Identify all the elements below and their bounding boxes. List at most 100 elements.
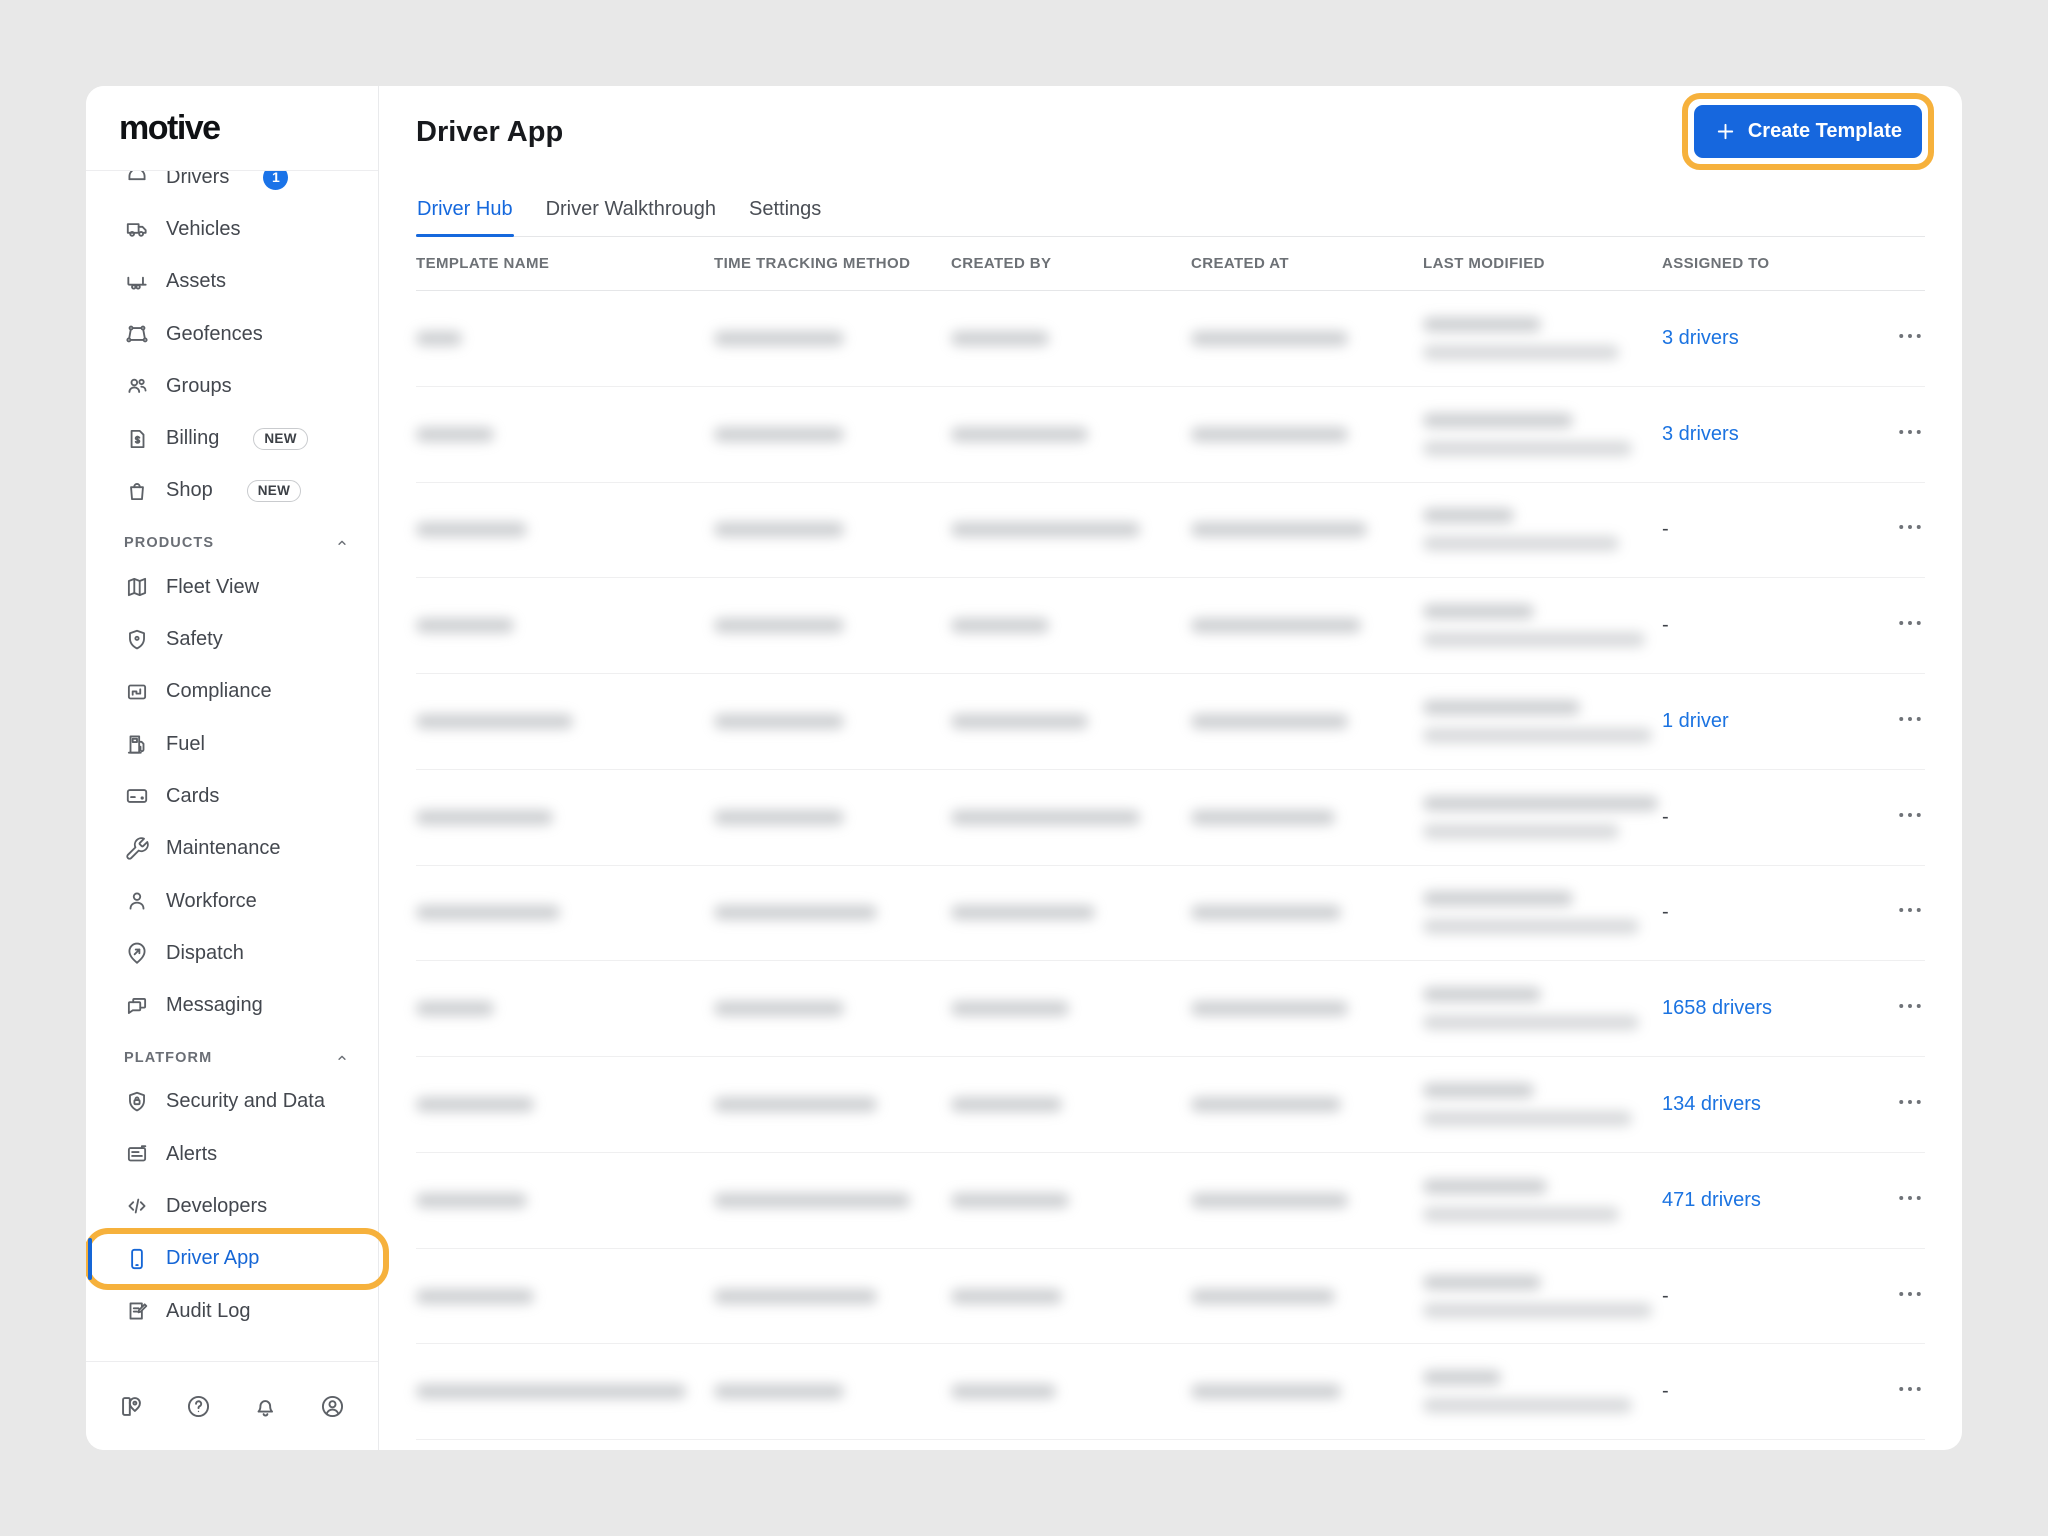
redacted-last-modified: [1423, 795, 1662, 839]
sidebar-item-label: Assets: [166, 270, 227, 293]
redacted-template-name: [416, 1384, 686, 1400]
redacted-created-at: [1191, 1097, 1341, 1112]
row-menu-button[interactable]: [1895, 1184, 1925, 1212]
notifications-icon[interactable]: [252, 1393, 279, 1420]
redacted-time-tracking-method: [714, 1097, 877, 1112]
sidebar-item-label: Fleet View: [166, 575, 260, 598]
redacted-last-modified: [1423, 508, 1662, 552]
assigned-drivers-link[interactable]: 1 driver: [1662, 710, 1729, 732]
redacted-last-modified: [1423, 1274, 1662, 1318]
sidebar-item-fuel[interactable]: Fuel: [86, 718, 378, 770]
redacted-template-name: [416, 809, 553, 825]
sidebar-item-label: Maintenance: [166, 837, 281, 860]
row-menu-button[interactable]: [1895, 513, 1925, 541]
cards-icon: [124, 783, 150, 809]
sidebar-item-cards[interactable]: Cards: [86, 770, 378, 822]
tab-settings[interactable]: Settings: [748, 186, 822, 236]
sidebar-item-developers[interactable]: Developers: [86, 1180, 378, 1232]
row-menu-button[interactable]: [1895, 1280, 1925, 1308]
sidebar-item-workforce[interactable]: Workforce: [86, 875, 378, 927]
create-template-button[interactable]: Create Template: [1693, 105, 1922, 158]
column-header-created-by: CREATED BY: [951, 255, 1052, 272]
assigned-none: -: [1662, 1284, 1669, 1307]
driver-app-icon: [124, 1246, 150, 1272]
sidebar-item-drivers[interactable]: Drivers 1: [86, 171, 378, 203]
column-header-template-name: TEMPLATE NAME: [416, 255, 550, 272]
sidebar-item-shop[interactable]: Shop NEW: [86, 465, 378, 517]
redacted-time-tracking-method: [714, 1192, 910, 1208]
redacted-created-at: [1191, 618, 1361, 634]
row-menu-button[interactable]: [1895, 992, 1925, 1020]
column-header-last-modified: LAST MODIFIED: [1423, 255, 1545, 272]
redacted-last-modified: [1423, 412, 1662, 456]
vehicles-icon: [124, 216, 150, 242]
sidebar-item-compliance[interactable]: Compliance: [86, 666, 378, 718]
sidebar-item-groups[interactable]: Groups: [86, 360, 378, 412]
redacted-created-at: [1191, 522, 1367, 538]
sidebar-item-label: Billing: [166, 427, 220, 450]
table-header: TEMPLATE NAME TIME TRACKING METHOD CREATED…: [416, 237, 1925, 291]
row-menu-button[interactable]: [1895, 609, 1925, 637]
new-badge: NEW: [253, 427, 308, 450]
sidebar-section-products[interactable]: PRODUCTS: [86, 525, 378, 561]
sidebar-item-maintenance[interactable]: Maintenance: [86, 823, 378, 875]
row-menu-button[interactable]: [1895, 801, 1925, 829]
redacted-created-at: [1191, 905, 1341, 921]
redacted-time-tracking-method: [714, 426, 844, 442]
sidebar-section-platform[interactable]: PLATFORM: [86, 1040, 378, 1076]
redacted-created-by: [951, 1001, 1069, 1017]
security-icon: [124, 1089, 150, 1115]
redacted-last-modified: [1423, 604, 1662, 648]
sidebar-item-billing[interactable]: Billing NEW: [86, 412, 378, 464]
sidebar-item-safety[interactable]: Safety: [86, 613, 378, 665]
help-icon[interactable]: [185, 1393, 212, 1420]
redacted-template-name: [416, 905, 560, 921]
profile-icon[interactable]: [319, 1393, 346, 1420]
sidebar-item-fleet-view[interactable]: Fleet View: [86, 561, 378, 613]
row-menu-button[interactable]: [1895, 705, 1925, 733]
row-menu-button[interactable]: [1895, 896, 1925, 924]
sidebar-item-messaging[interactable]: Messaging: [86, 979, 378, 1031]
assigned-drivers-link[interactable]: 134 drivers: [1662, 1093, 1761, 1115]
sidebar-item-label: Alerts: [166, 1142, 218, 1165]
redacted-template-name: [416, 522, 527, 538]
sidebar-item-assets[interactable]: Assets: [86, 256, 378, 308]
redacted-created-at: [1191, 1192, 1348, 1208]
messaging-icon: [124, 993, 150, 1019]
redacted-template-name: [416, 1097, 534, 1112]
tab-driver-hub[interactable]: Driver Hub: [416, 186, 514, 237]
sidebar-item-label: Geofences: [166, 322, 263, 345]
sidebar-item-label: Vehicles: [166, 217, 241, 240]
assigned-none: -: [1662, 805, 1669, 828]
guide-icon[interactable]: [118, 1393, 145, 1420]
sidebar-item-dispatch[interactable]: Dispatch: [86, 927, 378, 979]
page-background: motive Drivers 1 Vehicles Assets Geofences Gr…: [0, 0, 2048, 1536]
sidebar-item-security-and-data[interactable]: Security and Data: [86, 1076, 378, 1128]
tab-driver-walkthrough[interactable]: Driver Walkthrough: [545, 186, 717, 236]
sidebar-item-label: Groups: [166, 374, 232, 397]
sidebar-item-alerts[interactable]: Alerts: [86, 1128, 378, 1180]
template-table: 3 drivers 3 drivers - - 1 driver - - 1658 drive…: [416, 291, 1925, 1441]
assigned-drivers-link[interactable]: 3 drivers: [1662, 423, 1739, 445]
sidebar-item-vehicles[interactable]: Vehicles: [86, 203, 378, 255]
assigned-drivers-link[interactable]: 1658 drivers: [1662, 997, 1772, 1019]
sidebar-item-geofences[interactable]: Geofences: [86, 308, 378, 360]
assigned-drivers-link[interactable]: 3 drivers: [1662, 327, 1739, 349]
sidebar: motive Drivers 1 Vehicles Assets Geofences Gr…: [86, 86, 389, 1450]
app-window: motive Drivers 1 Vehicles Assets Geofences Gr…: [86, 86, 1962, 1450]
developers-icon: [124, 1193, 150, 1219]
sidebar-item-audit-log[interactable]: Audit Log: [86, 1285, 378, 1337]
redacted-last-modified: [1423, 987, 1662, 1031]
assigned-drivers-link[interactable]: 471 drivers: [1662, 1189, 1761, 1211]
fleet-view-icon: [124, 574, 150, 600]
redacted-last-modified: [1423, 316, 1662, 360]
row-menu-button[interactable]: [1895, 1375, 1925, 1403]
row-menu-button[interactable]: [1895, 1088, 1925, 1116]
table-row: 3 drivers: [416, 387, 1925, 483]
sidebar-item-driver-app[interactable]: Driver App: [86, 1227, 389, 1290]
dispatch-icon: [124, 940, 150, 966]
table-row: -: [416, 1344, 1925, 1441]
row-menu-button[interactable]: [1895, 322, 1925, 350]
redacted-created-at: [1191, 426, 1348, 442]
row-menu-button[interactable]: [1895, 418, 1925, 446]
